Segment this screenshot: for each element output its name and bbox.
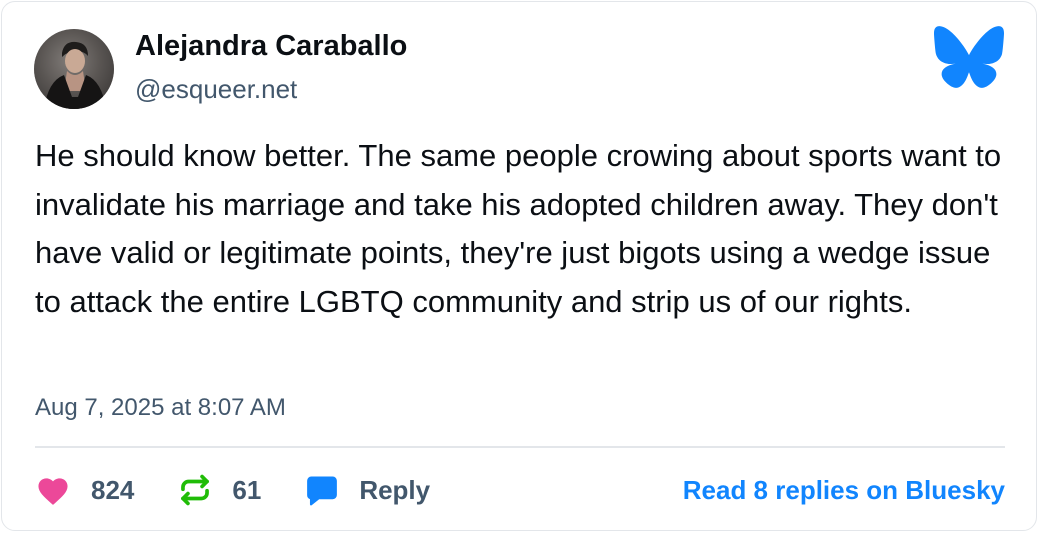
action-bar: 824 61 Reply Read 8 replies on Bluesky — [35, 469, 1005, 511]
reply-label: Reply — [359, 474, 431, 505]
author-name[interactable]: Alejandra Caraballo — [135, 30, 407, 63]
read-replies-link[interactable]: Read 8 replies on Bluesky — [683, 475, 1005, 506]
repost-icon — [181, 474, 210, 506]
avatar[interactable] — [34, 29, 114, 109]
post-timestamp[interactable]: Aug 7, 2025 at 8:07 AM — [35, 394, 286, 422]
repost-button[interactable]: 61 — [178, 473, 261, 507]
like-count: 824 — [91, 474, 135, 505]
speech-bubble-icon — [307, 476, 338, 506]
author-handle[interactable]: @esqueer.net — [135, 74, 297, 105]
post-card: Alejandra Caraballo @esqueer.net He shou… — [1, 1, 1037, 531]
repost-count: 61 — [232, 474, 262, 505]
divider — [35, 446, 1005, 448]
reply-button[interactable]: Reply — [305, 473, 430, 507]
bluesky-butterfly-icon[interactable] — [932, 25, 1006, 89]
post-text: He should know better. The same people c… — [35, 138, 1002, 319]
heart-icon — [38, 478, 68, 505]
like-button[interactable]: 824 — [35, 474, 134, 506]
